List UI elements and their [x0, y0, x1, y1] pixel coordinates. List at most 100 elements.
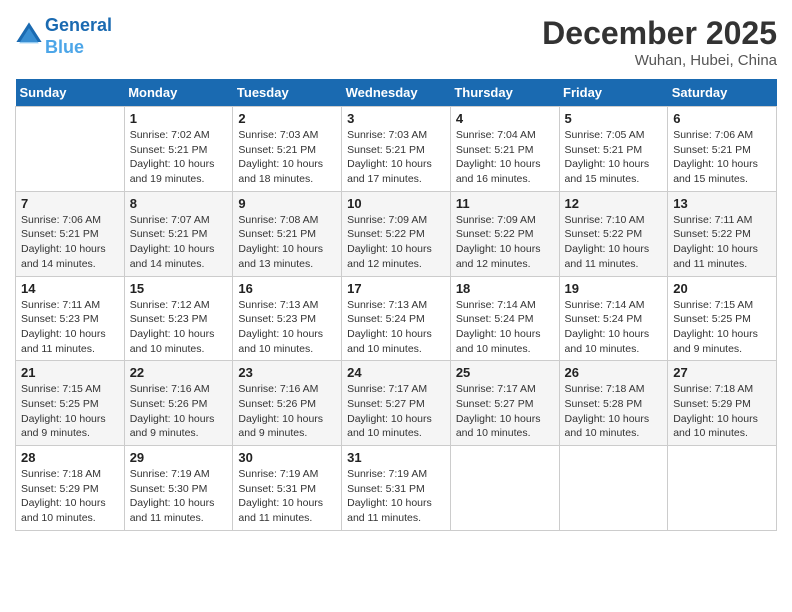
day-info: Sunrise: 7:14 AMSunset: 5:24 PMDaylight:… — [456, 298, 554, 357]
calendar-cell: 1Sunrise: 7:02 AMSunset: 5:21 PMDaylight… — [124, 107, 233, 192]
month-title: December 2025 — [542, 15, 777, 52]
day-info: Sunrise: 7:19 AMSunset: 5:31 PMDaylight:… — [238, 467, 336, 526]
day-number: 30 — [238, 450, 336, 465]
weekday-header-row: SundayMondayTuesdayWednesdayThursdayFrid… — [16, 79, 777, 107]
calendar-cell: 25 Sunrise: 7:17 AMSunset: 5:27 PMDayligh… — [450, 361, 559, 446]
day-number: 24 — [347, 365, 445, 380]
day-number: 21 — [21, 365, 119, 380]
day-number: 19 — [565, 281, 663, 296]
calendar-cell: 18 Sunrise: 7:14 AMSunset: 5:24 PMDayligh… — [450, 276, 559, 361]
calendar-cell — [450, 446, 559, 531]
day-info: Sunrise: 7:19 AMSunset: 5:30 PMDaylight:… — [130, 467, 228, 526]
day-number: 6 — [673, 111, 771, 126]
day-info: Sunrise: 7:13 AMSunset: 5:23 PMDaylight:… — [238, 298, 336, 357]
calendar-cell: 19 Sunrise: 7:14 AMSunset: 5:24 PMDayligh… — [559, 276, 668, 361]
day-info: Sunrise: 7:02 AMSunset: 5:21 PMDaylight:… — [130, 128, 228, 187]
day-info: Sunrise: 7:07 AMSunset: 5:21 PMDaylight:… — [130, 213, 228, 272]
calendar-cell: 10Sunrise: 7:09 AMSunset: 5:22 PMDayligh… — [342, 191, 451, 276]
calendar-cell: 23 Sunrise: 7:16 AMSunset: 5:26 PMDayligh… — [233, 361, 342, 446]
weekday-header: Sunday — [16, 79, 125, 107]
day-info: Sunrise: 7:15 AMSunset: 5:25 PMDaylight:… — [21, 382, 119, 441]
calendar-cell: 20Sunrise: 7:15 AMSunset: 5:25 PMDayligh… — [668, 276, 777, 361]
weekday-header: Monday — [124, 79, 233, 107]
day-info: Sunrise: 7:04 AMSunset: 5:21 PMDaylight:… — [456, 128, 554, 187]
calendar-cell: 24 Sunrise: 7:17 AMSunset: 5:27 PMDayligh… — [342, 361, 451, 446]
day-number: 13 — [673, 196, 771, 211]
day-number: 20 — [673, 281, 771, 296]
day-number: 28 — [21, 450, 119, 465]
day-number: 9 — [238, 196, 336, 211]
weekday-header: Thursday — [450, 79, 559, 107]
calendar-cell: 27 Sunrise: 7:18 AMSunset: 5:29 PMDayligh… — [668, 361, 777, 446]
day-info: Sunrise: 7:06 AMSunset: 5:21 PMDaylight:… — [21, 213, 119, 272]
calendar-cell: 6 Sunrise: 7:06 AMSunset: 5:21 PMDaylight… — [668, 107, 777, 192]
day-info: Sunrise: 7:03 AMSunset: 5:21 PMDaylight:… — [238, 128, 336, 187]
day-info: Sunrise: 7:06 AMSunset: 5:21 PMDaylight:… — [673, 128, 771, 187]
calendar-cell: 17Sunrise: 7:13 AMSunset: 5:24 PMDayligh… — [342, 276, 451, 361]
day-info: Sunrise: 7:14 AMSunset: 5:24 PMDaylight:… — [565, 298, 663, 357]
day-info: Sunrise: 7:09 AMSunset: 5:22 PMDaylight:… — [456, 213, 554, 272]
logo-icon — [15, 21, 43, 49]
day-number: 22 — [130, 365, 228, 380]
day-number: 26 — [565, 365, 663, 380]
day-number: 8 — [130, 196, 228, 211]
day-number: 17 — [347, 281, 445, 296]
day-number: 29 — [130, 450, 228, 465]
day-info: Sunrise: 7:17 AMSunset: 5:27 PMDaylight:… — [347, 382, 445, 441]
day-number: 3 — [347, 111, 445, 126]
calendar-cell: 5 Sunrise: 7:05 AMSunset: 5:21 PMDaylight… — [559, 107, 668, 192]
calendar-cell — [668, 446, 777, 531]
day-number: 14 — [21, 281, 119, 296]
calendar-cell: 31 Sunrise: 7:19 AMSunset: 5:31 PMDayligh… — [342, 446, 451, 531]
page-header: General Blue December 2025 Wuhan, Hubei,… — [15, 15, 777, 69]
calendar-cell: 3 Sunrise: 7:03 AMSunset: 5:21 PMDaylight… — [342, 107, 451, 192]
day-number: 23 — [238, 365, 336, 380]
calendar-cell: 21 Sunrise: 7:15 AMSunset: 5:25 PMDayligh… — [16, 361, 125, 446]
day-number: 15 — [130, 281, 228, 296]
day-info: Sunrise: 7:16 AMSunset: 5:26 PMDaylight:… — [238, 382, 336, 441]
day-info: Sunrise: 7:11 AMSunset: 5:23 PMDaylight:… — [21, 298, 119, 357]
weekday-header: Wednesday — [342, 79, 451, 107]
calendar-week-row: 21 Sunrise: 7:15 AMSunset: 5:25 PMDayligh… — [16, 361, 777, 446]
title-block: December 2025 Wuhan, Hubei, China — [542, 15, 777, 69]
day-info: Sunrise: 7:18 AMSunset: 5:28 PMDaylight:… — [565, 382, 663, 441]
weekday-header: Tuesday — [233, 79, 342, 107]
calendar-week-row: 7 Sunrise: 7:06 AMSunset: 5:21 PMDaylight… — [16, 191, 777, 276]
location: Wuhan, Hubei, China — [542, 52, 777, 69]
day-number: 12 — [565, 196, 663, 211]
weekday-header: Saturday — [668, 79, 777, 107]
calendar-table: SundayMondayTuesdayWednesdayThursdayFrid… — [15, 79, 777, 531]
day-info: Sunrise: 7:19 AMSunset: 5:31 PMDaylight:… — [347, 467, 445, 526]
calendar-cell: 16 Sunrise: 7:13 AMSunset: 5:23 PMDayligh… — [233, 276, 342, 361]
calendar-cell: 4 Sunrise: 7:04 AMSunset: 5:21 PMDaylight… — [450, 107, 559, 192]
day-number: 2 — [238, 111, 336, 126]
day-info: Sunrise: 7:18 AMSunset: 5:29 PMDaylight:… — [673, 382, 771, 441]
day-number: 7 — [21, 196, 119, 211]
calendar-cell — [16, 107, 125, 192]
calendar-cell: 2 Sunrise: 7:03 AMSunset: 5:21 PMDaylight… — [233, 107, 342, 192]
day-number: 4 — [456, 111, 554, 126]
day-info: Sunrise: 7:09 AMSunset: 5:22 PMDaylight:… — [347, 213, 445, 272]
day-info: Sunrise: 7:17 AMSunset: 5:27 PMDaylight:… — [456, 382, 554, 441]
calendar-cell: 12 Sunrise: 7:10 AMSunset: 5:22 PMDayligh… — [559, 191, 668, 276]
day-number: 16 — [238, 281, 336, 296]
calendar-week-row: 28Sunrise: 7:18 AMSunset: 5:29 PMDayligh… — [16, 446, 777, 531]
calendar-cell: 26 Sunrise: 7:18 AMSunset: 5:28 PMDayligh… — [559, 361, 668, 446]
calendar-cell: 28Sunrise: 7:18 AMSunset: 5:29 PMDayligh… — [16, 446, 125, 531]
calendar-cell: 15Sunrise: 7:12 AMSunset: 5:23 PMDayligh… — [124, 276, 233, 361]
calendar-cell: 9Sunrise: 7:08 AMSunset: 5:21 PMDaylight… — [233, 191, 342, 276]
day-number: 27 — [673, 365, 771, 380]
day-info: Sunrise: 7:03 AMSunset: 5:21 PMDaylight:… — [347, 128, 445, 187]
day-number: 18 — [456, 281, 554, 296]
day-info: Sunrise: 7:05 AMSunset: 5:21 PMDaylight:… — [565, 128, 663, 187]
logo-line2: Blue — [45, 37, 84, 57]
calendar-cell: 14 Sunrise: 7:11 AMSunset: 5:23 PMDayligh… — [16, 276, 125, 361]
day-info: Sunrise: 7:11 AMSunset: 5:22 PMDaylight:… — [673, 213, 771, 272]
calendar-cell: 7 Sunrise: 7:06 AMSunset: 5:21 PMDaylight… — [16, 191, 125, 276]
day-number: 5 — [565, 111, 663, 126]
day-number: 31 — [347, 450, 445, 465]
logo-line1: General — [45, 15, 112, 35]
day-number: 25 — [456, 365, 554, 380]
day-info: Sunrise: 7:16 AMSunset: 5:26 PMDaylight:… — [130, 382, 228, 441]
day-info: Sunrise: 7:10 AMSunset: 5:22 PMDaylight:… — [565, 213, 663, 272]
